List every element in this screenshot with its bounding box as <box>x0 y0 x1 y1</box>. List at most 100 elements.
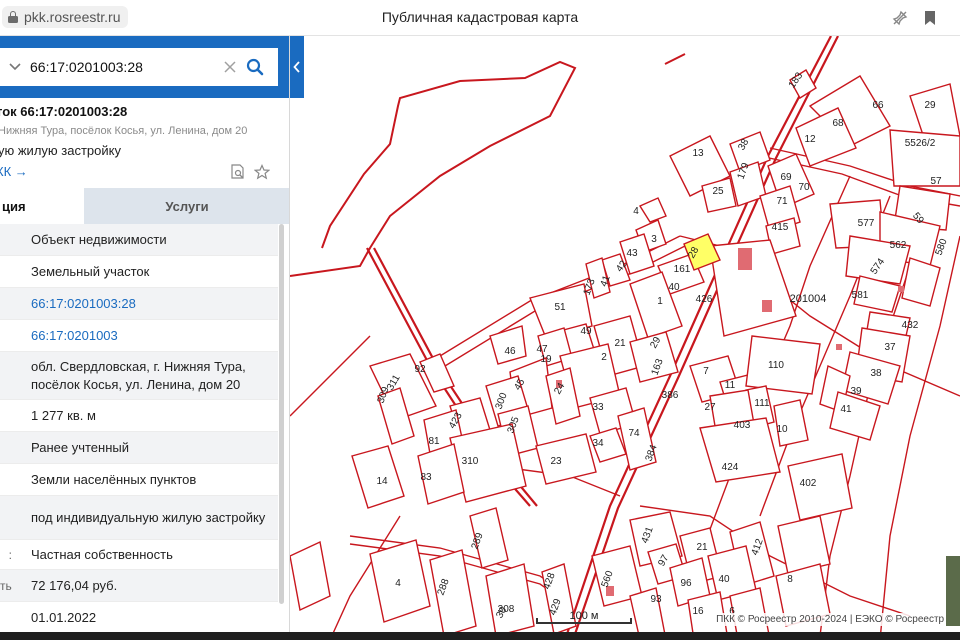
parcel-label: 111 <box>754 398 770 409</box>
row-value: 72 176,04 руб. <box>31 577 118 593</box>
lock-icon <box>8 11 18 23</box>
table-row: : Частная собственность <box>0 540 278 570</box>
row-value: Земли населённых пунктов <box>31 471 197 487</box>
panel-scrollbar[interactable] <box>279 224 284 604</box>
parcel-label: 8 <box>787 574 793 585</box>
parcel-label: 432 <box>902 320 919 331</box>
browser-toolbar: pkk.rosreestr.ru Публичная кадастровая к… <box>0 0 960 36</box>
row-value: 01.01.2022 <box>31 609 97 625</box>
parcel-label: 4 <box>395 578 401 589</box>
search-input[interactable] <box>30 59 220 75</box>
parcel-label: 41 <box>840 404 852 415</box>
tab-services[interactable]: Услуги <box>84 188 289 224</box>
basemap-thumbnail[interactable] <box>946 556 960 626</box>
parcel-label: 37 <box>884 342 896 353</box>
parcel-label: 11 <box>725 380 736 391</box>
row-label: ть: <box>0 578 12 593</box>
parcel-label: 46 <box>504 346 516 357</box>
parcel-label: 1 <box>657 296 663 307</box>
table-row: под индивидуальную жилую застройку <box>0 496 278 540</box>
clear-icon[interactable] <box>220 57 240 77</box>
parcel-label: 10 <box>776 424 788 435</box>
parcel-label: 5526/2 <box>905 138 936 149</box>
parcel-label: 96 <box>680 578 692 589</box>
parcel-label: 70 <box>798 182 810 193</box>
object-title: ток 66:17:0201003:28 <box>0 104 128 119</box>
bookmark-icon[interactable] <box>920 8 940 28</box>
parcel-label: 4 <box>633 206 639 217</box>
tab-information[interactable]: ция <box>0 188 84 224</box>
parcel-label: 403 <box>734 420 751 431</box>
search-icon <box>246 58 264 76</box>
parcel-label: 386 <box>662 390 679 401</box>
table-row: Ранее учтенный <box>0 432 278 464</box>
parcel-label: 92 <box>414 364 426 375</box>
parcel-label: 66 <box>872 100 884 111</box>
parcel-label: 308 <box>498 604 515 615</box>
scale-label: 100 м <box>569 610 599 622</box>
parcel-label: 562 <box>890 240 907 251</box>
table-row: ть: 72 176,04 руб. <box>0 570 278 602</box>
tab-bar: ция Услуги <box>0 188 289 224</box>
parcel-label: 33 <box>592 402 604 413</box>
parcel-label: 415 <box>772 222 789 233</box>
parcel-label: 81 <box>428 436 440 447</box>
parcel-label: 25 <box>712 186 724 197</box>
parcel-label: 161 <box>674 264 691 275</box>
parcel-label: 19 <box>540 354 552 365</box>
table-row: обл. Свердловская, г. Нижняя Тура, посёл… <box>0 352 278 400</box>
parcel-label: 71 <box>776 196 788 207</box>
table-row: 66:17:0201003 <box>0 320 278 352</box>
cadastral-quarter-link[interactable]: 66:17:0201003 <box>31 327 118 345</box>
parcel-label: 16 <box>692 606 704 617</box>
collapse-panel-button[interactable] <box>290 36 304 98</box>
cadastral-number-link[interactable]: 66:17:0201003:28 <box>31 295 136 313</box>
map-canvas[interactable]: 18366 296812 5526/21338179 69705725714415 57… <box>290 36 960 640</box>
object-summary: ток 66:17:0201003:28 Нижняя Тура, посёло… <box>0 98 289 188</box>
copyright-text: ПКК © Росреестр 2010-2024 | ЕЭКО © Росре… <box>714 613 960 626</box>
parcel-label: 110 <box>768 360 784 371</box>
parcel-label: 577 <box>858 218 875 229</box>
row-value: Ранее учтенный <box>31 439 129 455</box>
star-icon[interactable] <box>253 164 272 182</box>
parcel-label: 27 <box>704 402 716 413</box>
parcel-label: 424 <box>722 462 739 473</box>
cadastral-map[interactable]: 183 66 29 68 12 5526/2 13 38 179 69 70 57 25 71 4 415 57… <box>290 36 960 640</box>
quarter-label: 201004 <box>790 293 827 305</box>
parcel-label: 21 <box>614 338 626 349</box>
pin-off-icon[interactable] <box>890 8 910 28</box>
search-box <box>0 48 278 86</box>
parcel-label: 69 <box>780 172 792 183</box>
address-bar[interactable]: pkk.rosreestr.ru <box>2 6 129 28</box>
search-document-icon[interactable] <box>230 164 246 180</box>
parcel-label: 2 <box>601 352 607 363</box>
parcel-label: 68 <box>832 118 844 129</box>
table-row: 01.01.2022 <box>0 602 278 634</box>
chevron-down-icon[interactable] <box>0 48 30 86</box>
parcel-label: 310 <box>462 456 479 467</box>
page-title: Публичная кадастровая карта <box>381 9 579 25</box>
row-label: : <box>8 547 12 562</box>
table-row: Земельный участок <box>0 256 278 288</box>
table-row: Объект недвижимости <box>0 224 278 256</box>
parcel-label: 13 <box>692 148 704 159</box>
search-button[interactable] <box>240 52 270 82</box>
scale-bar: 100 м <box>536 610 632 628</box>
row-value: Земельный участок <box>31 263 150 279</box>
chevron-left-icon <box>293 61 300 73</box>
window-bottom-edge <box>0 632 960 640</box>
parcel-label: 21 <box>696 542 708 553</box>
info-panel: ток 66:17:0201003:28 Нижняя Тура, посёло… <box>0 36 290 640</box>
open-link[interactable]: КК → <box>0 164 28 179</box>
object-use: ую жилую застройку <box>0 143 121 158</box>
parcel-label: 14 <box>376 476 388 487</box>
parcel-label: 43 <box>626 248 638 259</box>
parcel-label: 93 <box>650 594 662 605</box>
parcel-label: 3 <box>651 234 657 245</box>
parcel-label: 83 <box>420 472 432 483</box>
parcel-label: 40 <box>668 282 680 293</box>
parcel-label: 34 <box>592 438 604 449</box>
parcel-label: 51 <box>554 302 566 313</box>
table-row: Земли населённых пунктов <box>0 464 278 496</box>
row-value: Частная собственность <box>31 546 173 562</box>
